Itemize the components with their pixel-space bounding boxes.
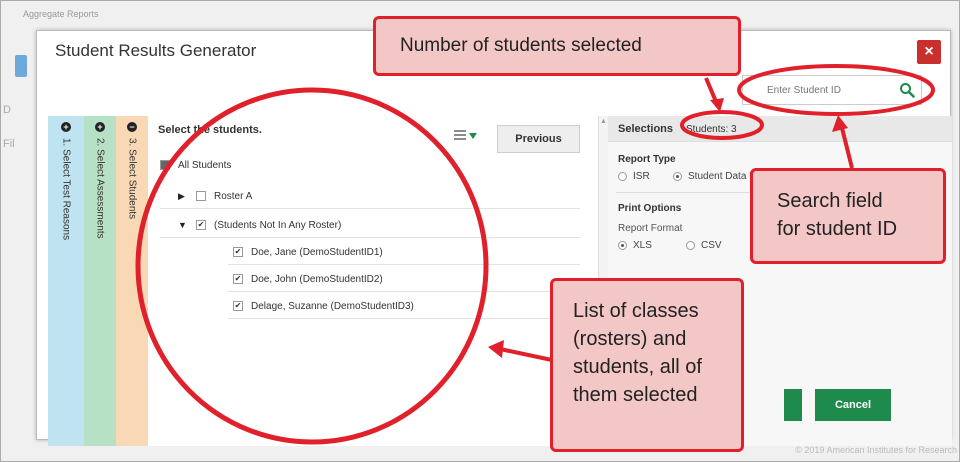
close-button[interactable]: × bbox=[917, 40, 941, 64]
callout-list-of-classes: List of classes (rosters) and students, … bbox=[550, 278, 744, 452]
roster-label: (Students Not In Any Roster) bbox=[214, 219, 342, 231]
radio-xls[interactable]: XLS bbox=[618, 240, 652, 251]
roster-row[interactable]: ▼ ✔ (Students Not In Any Roster) bbox=[178, 215, 341, 235]
callout-line: Search field bbox=[777, 190, 883, 212]
student-row[interactable]: ✔ Doe, John (DemoStudentID2) bbox=[233, 269, 383, 289]
expand-plus-icon: + bbox=[61, 122, 71, 132]
expand-plus-icon: + bbox=[95, 122, 105, 132]
radio-button[interactable] bbox=[618, 172, 627, 181]
divider bbox=[228, 264, 580, 265]
radio-label: XLS bbox=[633, 240, 652, 251]
partial-checkbox-icon[interactable] bbox=[160, 160, 170, 170]
scroll-up-arrow-icon[interactable]: ▲ bbox=[600, 118, 607, 125]
checkbox[interactable]: ✔ bbox=[233, 301, 243, 311]
callout-number-selected: Number of students selected bbox=[373, 16, 741, 76]
dialog-title: Student Results Generator bbox=[55, 41, 257, 60]
divider bbox=[228, 291, 580, 292]
list-title: Select the students. bbox=[158, 124, 262, 136]
callout-line: for student ID bbox=[777, 218, 898, 240]
background-letter: D bbox=[3, 104, 11, 116]
search-icon[interactable] bbox=[899, 82, 915, 98]
checkbox[interactable] bbox=[196, 191, 206, 201]
background-footer: © 2019 American Institutes for Research bbox=[795, 445, 957, 455]
close-icon: × bbox=[924, 43, 934, 60]
checkbox[interactable]: ✔ bbox=[196, 220, 206, 230]
step-label: 1. Select Test Reasons bbox=[60, 138, 72, 241]
all-students-label: All Students bbox=[178, 159, 232, 171]
radio-button[interactable] bbox=[673, 172, 682, 181]
previous-button[interactable]: Previous bbox=[497, 125, 580, 153]
radio-button[interactable] bbox=[618, 241, 627, 250]
selections-header: Selections Students: 3 bbox=[608, 116, 952, 142]
generate-button[interactable] bbox=[784, 389, 802, 421]
students-count: Students: 3 bbox=[686, 124, 737, 135]
radio-button[interactable] bbox=[686, 241, 695, 250]
radio-label: ISR bbox=[633, 171, 650, 182]
step-label: 3. Select Students bbox=[126, 138, 138, 220]
background-letter: Fil bbox=[3, 138, 15, 150]
step-select-assessments[interactable]: + 2. Select Assessments bbox=[84, 116, 116, 446]
student-row[interactable]: ✔ Doe, Jane (DemoStudentID1) bbox=[233, 242, 383, 262]
student-label: Doe, Jane (DemoStudentID1) bbox=[251, 246, 383, 258]
callout-line: (rosters) and bbox=[573, 328, 687, 350]
callout-line: them selected bbox=[573, 384, 698, 406]
callout-search-field: Search field for student ID bbox=[750, 168, 946, 264]
print-options-label: Print Options bbox=[618, 203, 682, 214]
step-select-test-reasons[interactable]: + 1. Select Test Reasons bbox=[48, 116, 84, 446]
collapse-minus-icon: − bbox=[127, 122, 137, 132]
student-label: Doe, John (DemoStudentID2) bbox=[251, 273, 383, 285]
divider bbox=[160, 237, 580, 238]
step-label: 2. Select Assessments bbox=[94, 138, 106, 239]
background-title: Aggregate Reports bbox=[23, 9, 99, 19]
cancel-button[interactable]: Cancel bbox=[815, 389, 891, 421]
collapse-arrow-icon[interactable]: ▼ bbox=[178, 220, 190, 230]
selections-title: Selections bbox=[618, 123, 674, 135]
all-students-row[interactable]: All Students bbox=[160, 155, 231, 175]
student-row[interactable]: ✔ Delage, Suzanne (DemoStudentID3) bbox=[233, 296, 414, 316]
student-id-search bbox=[742, 75, 922, 105]
radio-isr[interactable]: ISR bbox=[618, 171, 650, 182]
divider bbox=[228, 318, 580, 319]
report-format-label: Report Format bbox=[618, 223, 683, 234]
student-id-input[interactable] bbox=[743, 76, 893, 104]
roster-label: Roster A bbox=[214, 190, 253, 202]
expand-arrow-icon[interactable]: ▶ bbox=[178, 191, 190, 202]
callout-line: List of classes bbox=[573, 300, 699, 322]
step-select-students[interactable]: − 3. Select Students bbox=[116, 116, 148, 446]
checkbox[interactable]: ✔ bbox=[233, 247, 243, 257]
callout-line: students, all of bbox=[573, 356, 702, 378]
divider bbox=[160, 208, 580, 209]
filter-dropdown-icon[interactable] bbox=[452, 128, 480, 144]
radio-label: CSV bbox=[701, 240, 722, 251]
roster-row[interactable]: ▶ Roster A bbox=[178, 186, 252, 206]
background-tab bbox=[15, 55, 27, 77]
student-label: Delage, Suzanne (DemoStudentID3) bbox=[251, 300, 414, 312]
student-list-panel: Select the students. Previous All Studen… bbox=[148, 116, 598, 446]
report-type-label: Report Type bbox=[618, 154, 676, 165]
radio-csv[interactable]: CSV bbox=[686, 240, 722, 251]
checkbox[interactable]: ✔ bbox=[233, 274, 243, 284]
